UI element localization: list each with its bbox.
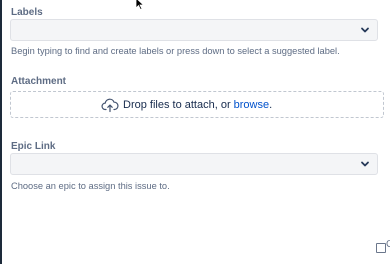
dropzone-text: Drop files to attach, or bbox=[123, 99, 231, 111]
attachment-dropzone[interactable]: Drop files to attach, or browse . bbox=[10, 91, 384, 118]
attachment-field-label: Attachment bbox=[11, 76, 67, 87]
dropzone-content: Drop files to attach, or browse . bbox=[101, 97, 272, 113]
cloud-upload-icon bbox=[101, 98, 119, 113]
labels-select[interactable] bbox=[10, 19, 378, 41]
create-another-label: C bbox=[386, 239, 390, 250]
epic-link-select[interactable] bbox=[10, 153, 378, 175]
dialog-left-border bbox=[0, 0, 2, 264]
mouse-pointer-icon bbox=[135, 0, 145, 10]
epic-link-field-label: Epic Link bbox=[11, 141, 56, 152]
create-another-checkbox[interactable] bbox=[376, 243, 386, 253]
create-issue-form-fragment: Labels Begin typing to find and create l… bbox=[0, 0, 390, 264]
dropzone-suffix: . bbox=[269, 99, 273, 111]
labels-help-text: Begin typing to find and create labels o… bbox=[11, 46, 340, 56]
epic-link-help-text: Choose an epic to assign this issue to. bbox=[11, 181, 170, 191]
labels-field-label: Labels bbox=[11, 7, 43, 18]
chevron-down-icon bbox=[361, 27, 369, 33]
browse-link[interactable]: browse bbox=[234, 99, 269, 111]
chevron-down-icon bbox=[361, 161, 369, 167]
